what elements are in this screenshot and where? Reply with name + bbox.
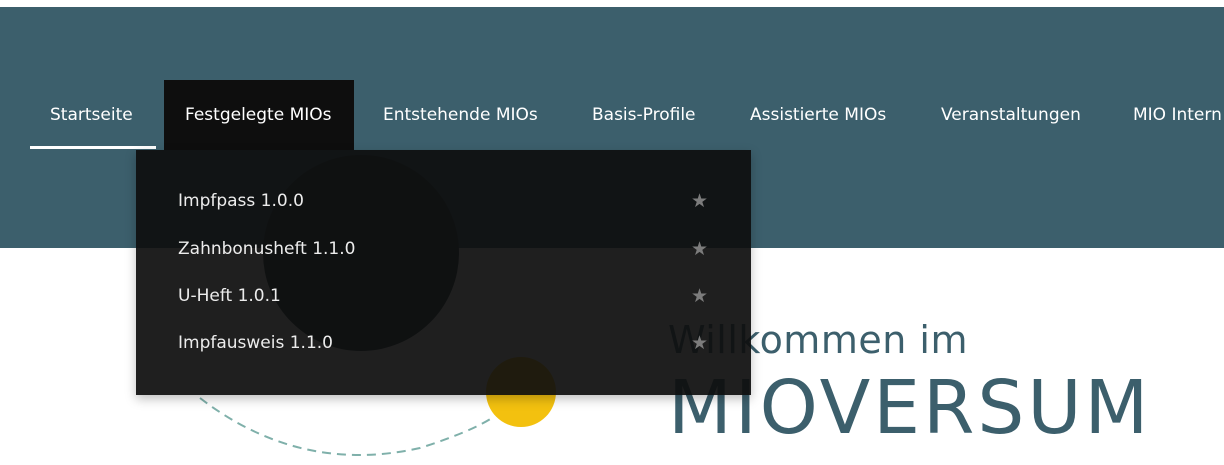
dropdown-item-label: U-Heft 1.0.1 (178, 286, 281, 306)
dropdown-item-zahnbonusheft[interactable]: Zahnbonusheft 1.1.0 ★ (178, 229, 708, 269)
dropdown-item-impfausweis[interactable]: Impfausweis 1.1.0 ★ (178, 323, 708, 363)
star-icon[interactable]: ★ (691, 276, 708, 316)
star-icon[interactable]: ★ (691, 181, 708, 221)
dropdown-item-label: Zahnbonusheft 1.1.0 (178, 239, 356, 259)
star-icon[interactable]: ★ (691, 229, 708, 269)
star-icon[interactable]: ★ (691, 323, 708, 363)
dropdown-item-impfpass[interactable]: Impfpass 1.0.0 ★ (178, 181, 708, 221)
festgelegte-mios-dropdown: Impfpass 1.0.0 ★ Zahnbonusheft 1.1.0 ★ U… (136, 150, 751, 395)
dropdown-item-u-heft[interactable]: U-Heft 1.0.1 ★ (178, 276, 708, 316)
dropdown-item-label: Impfpass 1.0.0 (178, 191, 304, 211)
dropdown-item-label: Impfausweis 1.1.0 (178, 333, 334, 353)
